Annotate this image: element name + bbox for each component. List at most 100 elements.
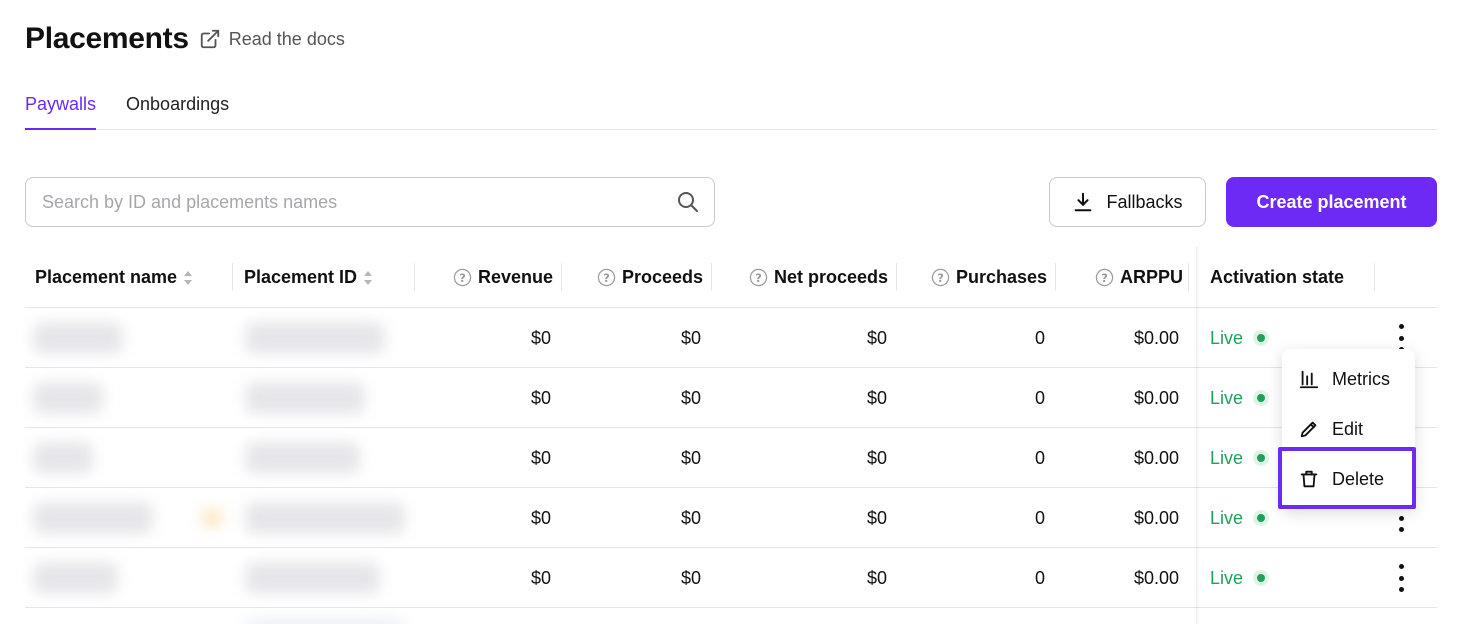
- column-divider: [232, 263, 233, 291]
- table-row[interactable]: $0 $0 $0 0 $0.00 Live: [25, 488, 1437, 548]
- create-placement-button[interactable]: Create placement: [1226, 177, 1437, 227]
- revenue-value: $0: [530, 387, 551, 408]
- fallbacks-label: Fallbacks: [1106, 191, 1183, 212]
- live-status-label: Live: [1210, 507, 1244, 528]
- column-header-placement-name[interactable]: Placement name: [35, 247, 193, 308]
- placement-id-redacted: [245, 502, 405, 534]
- purchases-value: 0: [1034, 447, 1045, 468]
- tab-onboardings[interactable]: Onboardings: [126, 78, 229, 129]
- table-row[interactable]: [25, 608, 1437, 624]
- arppu-value: $0.00: [1133, 507, 1179, 528]
- proceeds-value: $0: [680, 507, 701, 528]
- help-icon[interactable]: ?: [1095, 268, 1114, 287]
- download-icon: [1075, 192, 1092, 212]
- column-divider: [1188, 263, 1189, 291]
- column-divider: [711, 263, 712, 291]
- revenue-value: $0: [530, 447, 551, 468]
- column-divider: [1374, 263, 1375, 291]
- placement-id-redacted: [245, 442, 360, 474]
- purchases-value: 0: [1034, 327, 1045, 348]
- live-status-label: Live: [1210, 447, 1244, 468]
- help-icon[interactable]: ?: [931, 268, 950, 287]
- arppu-value: $0.00: [1133, 327, 1179, 348]
- placement-name-redacted: [33, 382, 103, 414]
- table-row[interactable]: $0 $0 $0 0 $0.00 Live: [25, 428, 1437, 488]
- live-status-label: Live: [1210, 567, 1244, 588]
- column-header-net-proceeds: ? Net proceeds: [749, 247, 888, 308]
- svg-text:?: ?: [603, 271, 610, 285]
- column-header-revenue: ? Revenue: [453, 247, 553, 308]
- proceeds-value: $0: [680, 327, 701, 348]
- table-row[interactable]: $0 $0 $0 0 $0.00 Live: [25, 308, 1437, 368]
- sort-icon: [364, 270, 373, 285]
- activation-state: Live: [1210, 308, 1270, 368]
- live-status: Live: [1210, 567, 1270, 589]
- trash-icon: [1300, 470, 1318, 488]
- column-header-arppu: ? ARPPU: [1095, 247, 1183, 308]
- page-title: Placements: [25, 22, 189, 55]
- help-icon[interactable]: ?: [597, 268, 616, 287]
- column-header-purchases: ? Purchases: [931, 247, 1047, 308]
- menu-item-edit[interactable]: Edit: [1282, 404, 1415, 454]
- net-proceeds-value: $0: [866, 387, 887, 408]
- svg-text:?: ?: [755, 271, 762, 285]
- table-header: Placement name Placement ID ? Revenue ? …: [25, 247, 1437, 308]
- purchases-value: 0: [1034, 387, 1045, 408]
- revenue-value: $0: [530, 327, 551, 348]
- purchases-value: 0: [1034, 567, 1045, 588]
- proceeds-value: $0: [680, 387, 701, 408]
- warning-badge-redacted: [201, 508, 223, 528]
- search-input[interactable]: [42, 191, 676, 213]
- column-label: Placement ID: [244, 267, 358, 287]
- menu-item-metrics[interactable]: Metrics: [1282, 354, 1415, 404]
- revenue-value: $0: [530, 507, 551, 528]
- menu-item-label: Metrics: [1332, 368, 1390, 389]
- revenue-value: $0: [530, 567, 551, 588]
- help-icon[interactable]: ?: [749, 268, 768, 287]
- svg-text:?: ?: [937, 271, 944, 285]
- net-proceeds-value: $0: [866, 567, 887, 588]
- column-label: Revenue: [478, 267, 554, 287]
- read-docs-link[interactable]: Read the docs: [199, 28, 345, 50]
- column-header-proceeds: ? Proceeds: [597, 247, 703, 308]
- external-link-icon: [200, 29, 219, 49]
- proceeds-value: $0: [680, 567, 701, 588]
- live-status-label: Live: [1210, 387, 1244, 408]
- placements-table: Placement name Placement ID ? Revenue ? …: [25, 247, 1437, 624]
- placement-name-redacted: [33, 442, 93, 474]
- fallbacks-button[interactable]: Fallbacks: [1049, 177, 1206, 227]
- net-proceeds-value: $0: [866, 327, 887, 348]
- sort-icon: [184, 270, 193, 285]
- tab-bar: Paywalls Onboardings: [25, 78, 1437, 130]
- table-row[interactable]: $0 $0 $0 0 $0.00 Live: [25, 548, 1437, 608]
- activation-state: Live: [1210, 488, 1270, 548]
- status-dot-icon: [1253, 330, 1270, 346]
- arppu-value: $0.00: [1133, 387, 1179, 408]
- status-dot-icon: [1253, 450, 1270, 466]
- live-status-label: Live: [1210, 327, 1244, 348]
- search-icon[interactable]: [676, 190, 700, 214]
- column-header-placement-id[interactable]: Placement ID: [244, 247, 373, 308]
- column-header-activation-state: Activation state: [1210, 247, 1344, 308]
- column-label: Activation state: [1210, 267, 1345, 287]
- column-divider: [1055, 263, 1056, 291]
- row-actions-button[interactable]: [1391, 562, 1411, 594]
- table-row[interactable]: $0 $0 $0 0 $0.00 Live: [25, 368, 1437, 428]
- column-label: Proceeds: [622, 267, 704, 287]
- bar-chart-icon: [1299, 370, 1319, 389]
- live-status: Live: [1210, 507, 1270, 529]
- column-divider: [414, 263, 415, 291]
- net-proceeds-value: $0: [866, 447, 887, 468]
- column-label: Net proceeds: [774, 267, 889, 287]
- live-status: Live: [1210, 327, 1270, 349]
- menu-item-delete[interactable]: Delete: [1282, 454, 1415, 504]
- tab-paywalls[interactable]: Paywalls: [25, 78, 97, 130]
- read-docs-label: Read the docs: [228, 28, 345, 49]
- status-dot-icon: [1253, 510, 1270, 526]
- row-actions-menu: Metrics Edit Delete: [1278, 349, 1416, 509]
- placement-id-redacted: [245, 322, 385, 354]
- help-icon[interactable]: ?: [453, 268, 472, 287]
- placement-id-redacted: [245, 618, 405, 624]
- svg-text:?: ?: [459, 271, 466, 285]
- search-box: [25, 177, 715, 227]
